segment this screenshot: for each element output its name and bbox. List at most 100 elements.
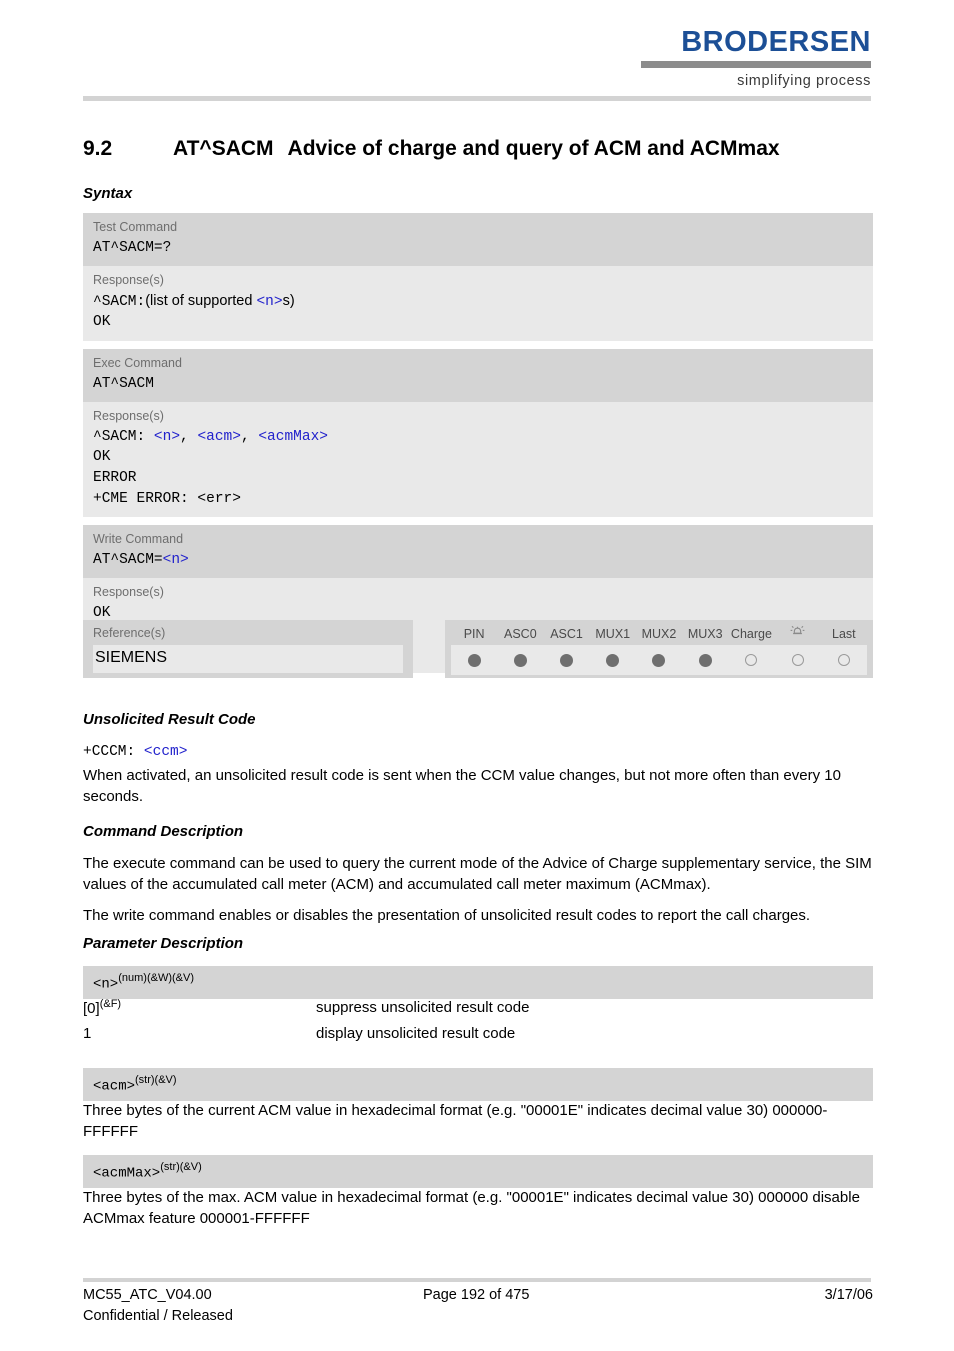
indicator-label-mux1: MUX1 xyxy=(595,627,631,641)
exec-response-var-acmmax: <acmMax> xyxy=(258,428,328,445)
test-response-label: Response(s) xyxy=(93,272,164,287)
parameter-header-n: <n>(num)(&W)(&V) xyxy=(83,966,873,1000)
block-gap xyxy=(83,517,873,525)
indicator-dot-charge xyxy=(728,654,774,667)
parameter-values-n: [0](&F) suppress unsolicited result code… xyxy=(83,997,873,1049)
parameter-body-acmmax: Three bytes of the max. ACM value in hex… xyxy=(83,1187,873,1230)
command-description-body: The execute command can be used to query… xyxy=(83,853,873,935)
indicator-dot-row xyxy=(451,645,867,676)
reference-box: Reference(s) SIEMENS xyxy=(83,620,413,678)
footer-top-line: MC55_ATC_V04.00 Page 192 of 475 3/17/06 xyxy=(83,1285,873,1306)
header-divider xyxy=(83,96,871,101)
parameter-body-acm: Three bytes of the current ACM value in … xyxy=(83,1100,873,1143)
footer-divider xyxy=(83,1278,871,1282)
exec-sep-2: , xyxy=(240,428,259,445)
parameter-value-key-text: [0] xyxy=(83,1000,100,1017)
indicator-label-pin: PIN xyxy=(463,627,485,641)
parameter-header-acm: <acm>(str)(&V) xyxy=(83,1068,873,1102)
heading-unsolicited-result-code: Unsolicited Result Code xyxy=(83,711,256,728)
test-response-text-b: s) xyxy=(282,292,295,309)
indicator-label-asc0: ASC0 xyxy=(504,627,537,641)
dot-filled-icon xyxy=(652,653,666,667)
heading-command-description: Command Description xyxy=(83,823,244,840)
test-response-var-n: <n> xyxy=(256,293,283,310)
write-command-label: Write Command xyxy=(93,532,184,547)
dot-filled-icon xyxy=(467,653,481,667)
unsolicited-code-line: +CCCM: <ccm> xyxy=(83,742,873,763)
exec-response-var-acm: <acm> xyxy=(197,428,241,445)
indicator-label-mux3: MUX3 xyxy=(687,627,723,641)
unsolicited-code-var-ccm: <ccm> xyxy=(143,744,188,760)
indicator-dot-mux1 xyxy=(590,653,636,667)
command-description-paragraph-1: The execute command can be used to query… xyxy=(83,855,872,894)
parameter-value-key: [0](&F) xyxy=(83,997,316,1019)
indicator-header-row: PIN ASC0 ASC1 MUX1 MUX2 MUX3 Charge Last xyxy=(451,623,867,642)
indicator-label-asc1: ASC1 xyxy=(550,627,583,641)
indicator-label-last: Last xyxy=(832,627,856,641)
reference-value: SIEMENS xyxy=(93,644,403,673)
exec-response-label: Response(s) xyxy=(93,408,164,423)
indicator-box: PIN ASC0 ASC1 MUX1 MUX2 MUX3 Charge Last xyxy=(445,620,873,678)
reference-label: Reference(s) xyxy=(93,626,166,640)
section-number: 9.2 xyxy=(83,137,113,160)
logo-bar xyxy=(641,61,871,68)
reference-indicator-row: Reference(s) SIEMENS PIN ASC0 ASC1 MUX1 … xyxy=(83,620,873,678)
exec-response-error: ERROR xyxy=(93,469,137,486)
parameter-description-acm: Three bytes of the current ACM value in … xyxy=(83,1102,828,1141)
test-response-text-a: (list of supported xyxy=(145,292,257,309)
exec-command-block: Exec Command AT^SACM xyxy=(83,348,873,402)
exec-response-prefix: ^SACM: xyxy=(93,428,154,445)
parameter-value-row: [0](&F) suppress unsolicited result code xyxy=(83,997,873,1019)
parameter-flags-acm: (str)(&V) xyxy=(135,1074,177,1086)
dot-empty-icon xyxy=(791,654,804,667)
exec-sep-1: , xyxy=(180,428,198,445)
exec-response-line: ^SACM: <n>, <acm>, <acmMax> xyxy=(93,427,863,448)
exec-response-var-n: <n> xyxy=(153,428,181,445)
indicator-dot-pin xyxy=(451,653,497,667)
test-command-label: Test Command xyxy=(93,220,178,234)
exec-command-label: Exec Command xyxy=(93,355,182,370)
footer-date: 3/17/06 xyxy=(824,1287,873,1303)
test-command-block: Test Command AT^SACM=? xyxy=(83,213,873,266)
write-command-syntax: AT^SACM=<n> xyxy=(93,550,863,571)
page-title: 9.2 AT^SACM Advice of charge and query of … xyxy=(83,136,883,161)
heading-syntax: Syntax xyxy=(83,185,133,202)
unsolicited-description: When activated, an unsolicited result co… xyxy=(83,765,873,817)
page-footer: MC55_ATC_V04.00 Page 192 of 475 3/17/06 … xyxy=(83,1285,873,1327)
syntax-table: Test Command AT^SACM=? Response(s) ^SACM… xyxy=(83,213,873,673)
test-response-block: Response(s) ^SACM:(list of supported <n>… xyxy=(83,265,873,341)
exec-command-syntax: AT^SACM xyxy=(93,376,154,393)
footer-document-name: MC55_ATC_V04.00 xyxy=(83,1287,212,1303)
indicator-label-mux2: MUX2 xyxy=(641,627,677,641)
dot-filled-icon xyxy=(513,653,527,667)
write-command-block: Write Command AT^SACM=<n> xyxy=(83,525,873,578)
heading-parameter-description: Parameter Description xyxy=(83,935,244,952)
block-gap xyxy=(83,341,873,349)
section-command: AT^SACM xyxy=(173,137,274,160)
parameter-description-acmmax: Three bytes of the max. ACM value in hex… xyxy=(83,1189,860,1228)
footer-bottom-line: Confidential / Released xyxy=(83,1306,873,1327)
indicator-label-charge: Charge xyxy=(730,627,772,641)
parameter-flags-n: (num)(&W)(&V) xyxy=(118,972,194,984)
exec-response-ok: OK xyxy=(93,449,111,466)
parameter-value-desc: suppress unsolicited result code xyxy=(316,999,530,1016)
parameter-value-desc: display unsolicited result code xyxy=(316,1025,516,1043)
unsolicited-description-text: When activated, an unsolicited result co… xyxy=(83,767,841,806)
indicator-dot-alarm xyxy=(775,654,821,667)
test-response-ok: OK xyxy=(93,314,111,331)
parameter-value-key: 1 xyxy=(83,1023,316,1044)
indicator-dot-mux3 xyxy=(682,653,728,667)
dot-filled-icon xyxy=(606,653,620,667)
indicator-dot-last xyxy=(821,654,867,667)
logo-wordmark: BRODERSEN xyxy=(681,26,871,58)
command-description-paragraph-2: The write command enables or disables th… xyxy=(83,906,811,924)
exec-response-cme-error: +CME ERROR: <err> xyxy=(93,490,241,507)
brodersen-logo: BRODERSEN simplifying process xyxy=(641,28,871,89)
indicator-dot-mux2 xyxy=(636,653,682,667)
footer-page-number: Page 192 of 475 xyxy=(423,1287,530,1303)
alarm-icon xyxy=(789,623,806,642)
footer-classification: Confidential / Released xyxy=(83,1308,233,1325)
indicator-dot-asc1 xyxy=(543,653,589,667)
parameter-value-row: 1 display unsolicited result code xyxy=(83,1023,873,1044)
parameter-name-acm: <acm> xyxy=(93,1078,136,1095)
